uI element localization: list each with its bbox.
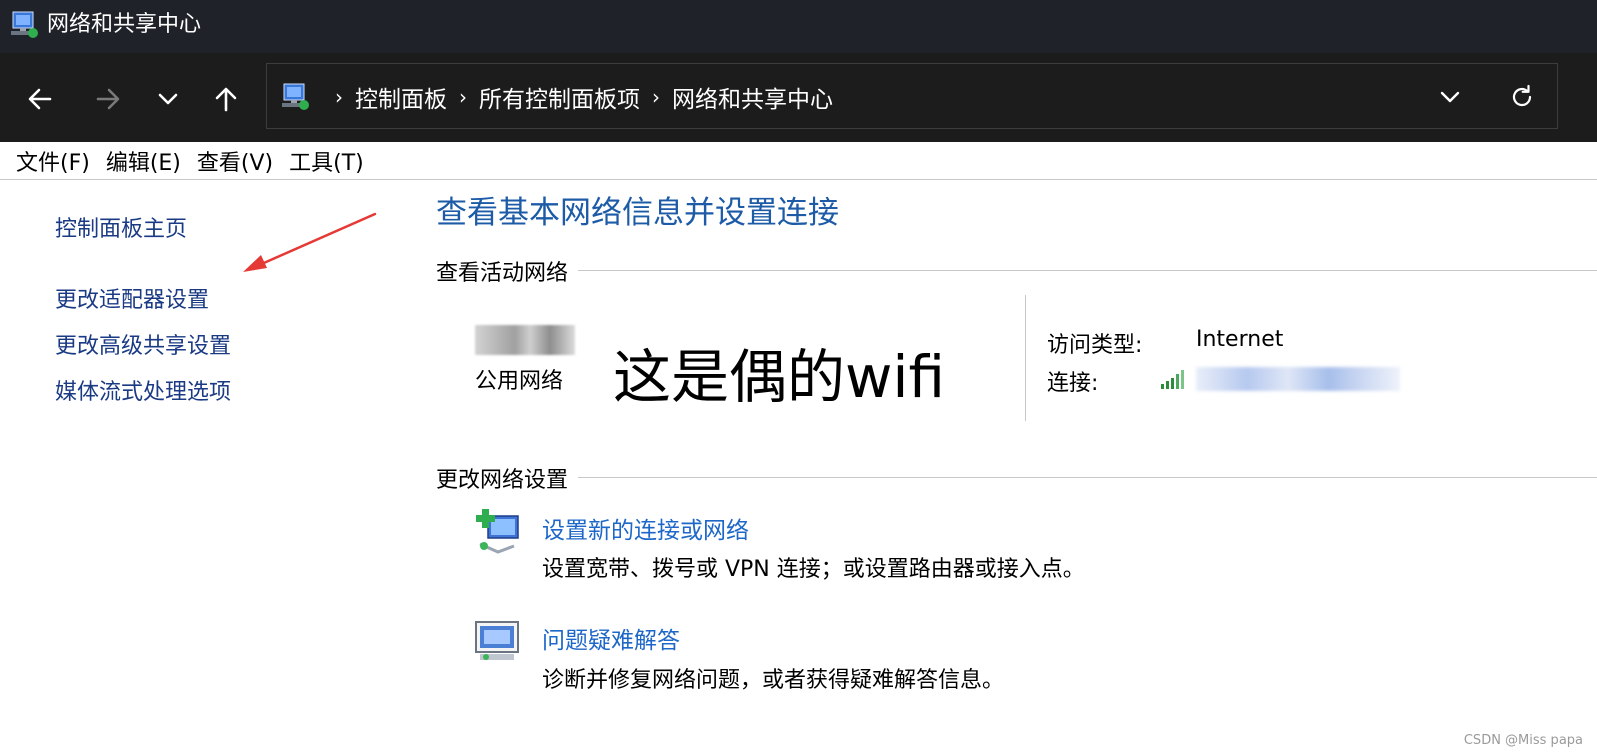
address-history-button[interactable] [1433,80,1467,114]
breadcrumb-network-center[interactable]: 网络和共享中心 [672,80,833,114]
section-divider [436,477,1597,478]
network-category-link[interactable]: 公用网络 [475,363,563,395]
setup-new-connection-link[interactable]: 设置新的连接或网络 [542,511,749,545]
arrow-left-icon [28,88,52,110]
window-title: 网络和共享中心 [47,12,202,37]
forward-button[interactable] [90,81,126,117]
breadcrumb-separator: › [335,85,343,109]
arrow-up-icon [215,87,237,112]
menu-edit[interactable]: 编辑(E) [106,145,181,177]
recent-locations-button[interactable] [150,81,186,117]
wifi-signal-icon [1161,370,1184,389]
vertical-divider [1025,295,1026,421]
breadcrumb-control-panel[interactable]: 控制面板 [355,80,447,114]
menu-file[interactable]: 文件(F) [16,145,90,177]
network-center-icon [282,83,309,110]
menu-bar: 文件(F) 编辑(E) 查看(V) 工具(T) [0,142,1597,180]
change-settings-section-title: 更改网络设置 [436,462,579,494]
troubleshoot-icon [475,621,519,660]
breadcrumb: › 控制面板 › 所有控制面板项 › 网络和共享中心 [281,81,833,113]
sidebar-item-advanced-sharing[interactable]: 更改高级共享设置 [55,328,231,360]
page-title: 查看基本网络信息并设置连接 [436,195,839,231]
network-center-icon [11,11,38,38]
breadcrumb-all-items[interactable]: 所有控制面板项 [479,80,640,114]
menu-view[interactable]: 查看(V) [197,145,273,177]
breadcrumb-separator[interactable]: › [459,85,467,109]
section-divider [436,270,1597,271]
refresh-icon[interactable] [1505,80,1539,114]
connection-label: 连接: [1047,371,1099,396]
back-button[interactable] [22,81,58,117]
navigation-bar: › 控制面板 › 所有控制面板项 › 网络和共享中心 [0,53,1597,142]
chevron-down-icon [158,93,178,105]
connection-link-redacted[interactable] [1196,367,1400,391]
title-bar: 网络和共享中心 [0,0,1597,53]
sidebar-item-media-streaming[interactable]: 媒体流式处理选项 [55,374,231,406]
arrow-right-icon [96,88,120,110]
sidebar-item-home[interactable]: 控制面板主页 [55,211,187,243]
access-type-value: Internet [1196,327,1284,352]
troubleshoot-link[interactable]: 问题疑难解答 [542,621,680,655]
annotation-arrow [243,212,377,272]
setup-new-connection-description: 设置宽带、拨号或 VPN 连接；或设置路由器或接入点。 [542,557,1085,582]
network-icon-redacted [475,325,575,355]
address-bar[interactable]: › 控制面板 › 所有控制面板项 › 网络和共享中心 [266,63,1558,129]
active-network-section-title: 查看活动网络 [436,255,579,287]
troubleshoot-description: 诊断并修复网络问题，或者获得疑难解答信息。 [542,668,1005,693]
menu-tools[interactable]: 工具(T) [289,145,364,177]
sidebar-item-adapter-settings[interactable]: 更改适配器设置 [55,282,209,314]
network-name: 这是偶的wifi [613,343,946,411]
new-connection-icon [476,509,519,554]
watermark: CSDN @Miss papa [1463,733,1583,748]
up-button[interactable] [208,81,244,117]
access-type-label: 访问类型: [1047,333,1143,358]
breadcrumb-separator[interactable]: › [652,85,660,109]
